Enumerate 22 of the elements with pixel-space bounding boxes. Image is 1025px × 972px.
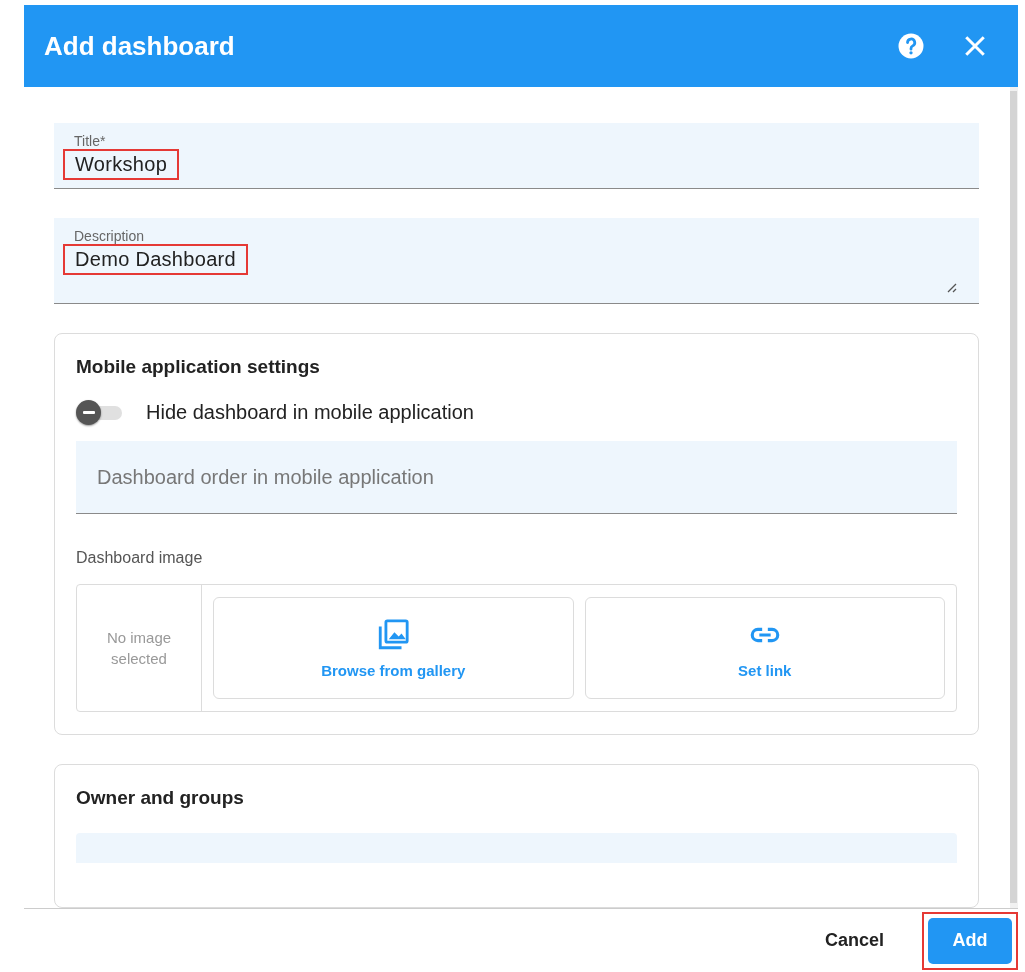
help-icon[interactable] <box>896 31 926 61</box>
field-label: Description <box>74 228 145 244</box>
toggle-switch[interactable] <box>76 399 124 425</box>
highlighted-value: Workshop <box>63 149 180 180</box>
highlighted-value: Demo Dashboard <box>63 244 248 275</box>
image-gallery-icon <box>376 617 411 652</box>
text-field[interactable]: Title* Workshop <box>54 123 979 189</box>
add-button[interactable]: Add <box>928 917 1012 964</box>
section-heading: Mobile application settings <box>76 356 321 378</box>
textarea-field[interactable]: Description Demo Dashboard <box>54 218 979 304</box>
field-label: Title* <box>74 133 106 149</box>
toggle-label: Hide dashboard in mobile application <box>146 400 474 424</box>
dialog-title: Add dashboard <box>44 30 236 62</box>
browse-gallery-button[interactable]: Browse from gallery <box>213 597 574 699</box>
image-preview: No image selected <box>77 585 202 711</box>
section-heading: Owner and groups <box>76 787 245 809</box>
section-label: Dashboard image <box>76 549 204 567</box>
resize-handle-icon[interactable] <box>945 281 957 293</box>
order-input-field[interactable]: Dashboard order in mobile application <box>76 441 957 514</box>
set-link-button[interactable]: Set link <box>584 597 945 699</box>
scrollbar-thumb[interactable] <box>1010 91 1017 903</box>
cancel-button[interactable]: Cancel <box>818 929 890 952</box>
